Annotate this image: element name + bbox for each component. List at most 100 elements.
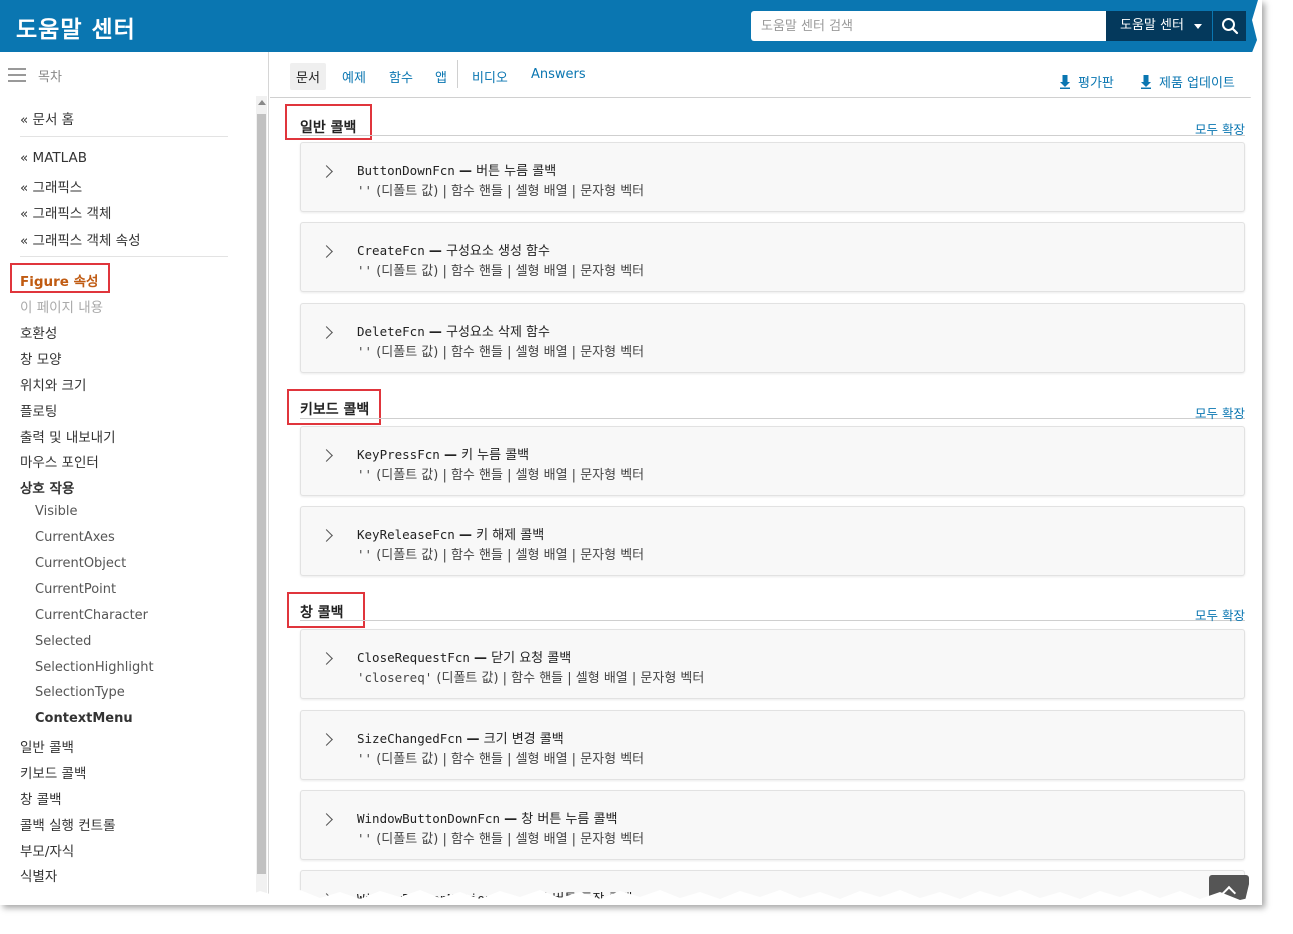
property-values: '' (디폴트 값) | 함수 핸들 | 셀형 배열 | 문자형 벡터 — [357, 183, 645, 199]
sidebar-subitem-currentobject[interactable]: CurrentObject — [35, 556, 126, 571]
sidebar-subitem-currentaxes[interactable]: CurrentAxes — [35, 530, 115, 545]
download-icon — [1141, 75, 1151, 89]
sidebar-subitem-selected[interactable]: Selected — [35, 634, 91, 649]
sidebar-subitem-selectiontype[interactable]: SelectionType — [35, 685, 125, 700]
property-card-keyreleasefcn[interactable]: KeyReleaseFcn — 키 해제 콜백 '' (디폴트 값) | 함수 … — [300, 506, 1245, 576]
section-divider — [300, 135, 1245, 136]
search-scope-dropdown[interactable]: 도움말 센터 — [1106, 11, 1212, 41]
expand-all-link[interactable]: 모두 확장 — [1195, 605, 1245, 624]
highlight-box — [287, 592, 365, 628]
help-center-window: 도움말 센터 도움말 센터 목차 « 문서 홈 « MATLAB « 그래픽스 … — [0, 0, 1262, 905]
sidebar-item-parent-child[interactable]: 부모/자식 — [20, 840, 74, 860]
trial-link[interactable]: 평가판 — [1060, 72, 1114, 91]
sidebar-subitem-selectionhighlight[interactable]: SelectionHighlight — [35, 660, 154, 675]
property-title: SizeChangedFcn — 크기 변경 콜백 — [357, 731, 564, 747]
sidebar-item-position-size[interactable]: 위치와 크기 — [20, 374, 86, 394]
download-icon — [1060, 75, 1070, 89]
chevron-right-icon — [320, 449, 333, 462]
property-title: DeleteFcn — 구성요소 삭제 함수 — [357, 324, 550, 340]
divider — [457, 60, 458, 88]
sidebar-item-plotting[interactable]: 플로팅 — [20, 400, 57, 420]
help-center-title[interactable]: 도움말 센터 — [16, 10, 136, 44]
sidebar-item-interaction[interactable]: 상호 작용 — [20, 477, 74, 497]
tab-examples[interactable]: 예제 — [336, 63, 372, 90]
chevron-right-icon — [320, 813, 333, 826]
doc-tab-bar: 문서 예제 함수 앱 비디오 Answers 평가판 제품 업데이트 — [270, 52, 1262, 98]
property-card-windowbuttondownfcn[interactable]: WindowButtonDownFcn — 창 버튼 누름 콜백 '' (디폴트… — [300, 790, 1245, 860]
search-icon — [1222, 18, 1239, 35]
property-values: '' (디폴트 값) | 함수 핸들 | 셀형 배열 | 문자형 벡터 — [357, 547, 645, 563]
chevron-up-icon — [1221, 885, 1237, 901]
sidebar-item-keyboard-callbacks[interactable]: 키보드 콜백 — [20, 762, 86, 782]
scrollbar-thumb[interactable] — [257, 114, 266, 874]
sidebar-item-print-export[interactable]: 출력 및 내보내기 — [20, 426, 116, 446]
caret-down-icon — [1194, 24, 1202, 29]
chevron-right-icon — [320, 529, 333, 542]
breadcrumb-matlab[interactable]: « MATLAB — [20, 150, 87, 166]
hamburger-icon — [8, 68, 26, 82]
expand-all-link[interactable]: 모두 확장 — [1195, 403, 1245, 422]
sidebar-subitem-visible[interactable]: Visible — [35, 504, 77, 519]
search-input[interactable] — [751, 11, 1107, 41]
tab-functions[interactable]: 함수 — [383, 63, 419, 90]
tab-videos[interactable]: 비디오 — [466, 63, 514, 90]
sidebar-item-mouse-pointer[interactable]: 마우스 포인터 — [20, 451, 99, 471]
chevron-right-icon — [320, 326, 333, 339]
tab-answers[interactable]: Answers — [525, 63, 592, 86]
sidebar-item-compatibility[interactable]: 호환성 — [20, 322, 57, 342]
sidebar-item-window-callbacks[interactable]: 창 콜백 — [20, 788, 62, 808]
section-divider — [300, 418, 1245, 419]
property-values: '' (디폴트 값) | 함수 핸들 | 셀형 배열 | 문자형 벡터 — [357, 831, 645, 847]
property-title: CreateFcn — 구성요소 생성 함수 — [357, 243, 550, 259]
product-updates-link[interactable]: 제품 업데이트 — [1141, 72, 1235, 91]
property-title: CloseRequestFcn — 닫기 요청 콜백 — [357, 650, 572, 666]
property-card-createfcn[interactable]: CreateFcn — 구성요소 생성 함수 '' (디폴트 값) | 함수 핸… — [300, 222, 1245, 292]
main-content: 일반 콜백 모두 확장 ButtonDownFcn — 버튼 누름 콜백 '' … — [270, 98, 1262, 905]
chevron-right-icon — [320, 893, 333, 905]
toc-label: 목차 — [38, 70, 62, 85]
back-to-top-button[interactable] — [1209, 875, 1249, 905]
highlight-box — [10, 263, 110, 293]
breadcrumb-graphics[interactable]: « 그래픽스 — [20, 176, 82, 196]
divider — [20, 136, 228, 137]
search-button[interactable] — [1212, 11, 1246, 41]
property-title: WindowButtonDownFcn — 창 버튼 누름 콜백 — [357, 811, 618, 827]
scroll-up-arrow-icon[interactable] — [258, 100, 266, 105]
expand-all-link[interactable]: 모두 확장 — [1195, 119, 1245, 138]
search-scope-label: 도움말 센터 — [1120, 18, 1184, 33]
property-title: KeyReleaseFcn — 키 해제 콜백 — [357, 527, 545, 543]
tab-apps[interactable]: 앱 — [429, 63, 453, 90]
toc-sidebar: 목차 « 문서 홈 « MATLAB « 그래픽스 « 그래픽스 객체 « 그래… — [0, 52, 269, 905]
breadcrumb-graphics-object-properties[interactable]: « 그래픽스 객체 속성 — [20, 229, 141, 249]
sidebar-subitem-contextmenu[interactable]: ContextMenu — [35, 711, 133, 726]
sidebar-subitem-currentcharacter[interactable]: CurrentCharacter — [35, 608, 148, 623]
divider — [20, 256, 228, 257]
property-card-sizechangedfcn[interactable]: SizeChangedFcn — 크기 변경 콜백 '' (디폴트 값) | 함… — [300, 710, 1245, 780]
property-title: WindowButtonMotionFcn — 창 버튼 동작 콜백 — [357, 891, 633, 905]
property-title: ButtonDownFcn — 버튼 누름 콜백 — [357, 163, 557, 179]
top-bar: 도움말 센터 도움말 센터 — [0, 0, 1262, 52]
highlight-box — [287, 389, 381, 425]
tab-documentation[interactable]: 문서 — [290, 63, 326, 90]
product-updates-label: 제품 업데이트 — [1159, 76, 1235, 91]
chevron-right-icon — [320, 165, 333, 178]
sidebar-item-callback-control[interactable]: 콜백 실행 컨트롤 — [20, 814, 116, 834]
breadcrumb-graphics-objects[interactable]: « 그래픽스 객체 — [20, 202, 111, 222]
property-card-windowbuttonmotionfcn[interactable]: WindowButtonMotionFcn — 창 버튼 동작 콜백 — [300, 870, 1245, 905]
property-card-keypressfcn[interactable]: KeyPressFcn — 키 누름 콜백 '' (디폴트 값) | 함수 핸들… — [300, 426, 1245, 496]
breadcrumb-doc-home[interactable]: « 문서 홈 — [20, 108, 74, 128]
property-card-buttondownfcn[interactable]: ButtonDownFcn — 버튼 누름 콜백 '' (디폴트 값) | 함수… — [300, 142, 1245, 212]
sidebar-scrollbar[interactable] — [256, 96, 267, 905]
property-title: KeyPressFcn — 키 누름 콜백 — [357, 447, 530, 463]
sidebar-subitem-currentpoint[interactable]: CurrentPoint — [35, 582, 116, 597]
property-card-closerequestfcn[interactable]: CloseRequestFcn — 닫기 요청 콜백 'closereq' (디… — [300, 629, 1245, 699]
sidebar-item-common-callbacks[interactable]: 일반 콜백 — [20, 736, 74, 756]
sidebar-item-identifiers[interactable]: 식별자 — [20, 865, 57, 885]
chevron-right-icon — [320, 245, 333, 258]
property-values: '' (디폴트 값) | 함수 핸들 | 셀형 배열 | 문자형 벡터 — [357, 467, 645, 483]
on-this-page-label: 이 페이지 내용 — [20, 300, 104, 316]
property-values: '' (디폴트 값) | 함수 핸들 | 셀형 배열 | 문자형 벡터 — [357, 751, 645, 767]
sidebar-item-window-appearance[interactable]: 창 모양 — [20, 348, 62, 368]
property-card-deletefcn[interactable]: DeleteFcn — 구성요소 삭제 함수 '' (디폴트 값) | 함수 핸… — [300, 303, 1245, 373]
section-divider — [300, 620, 1245, 621]
